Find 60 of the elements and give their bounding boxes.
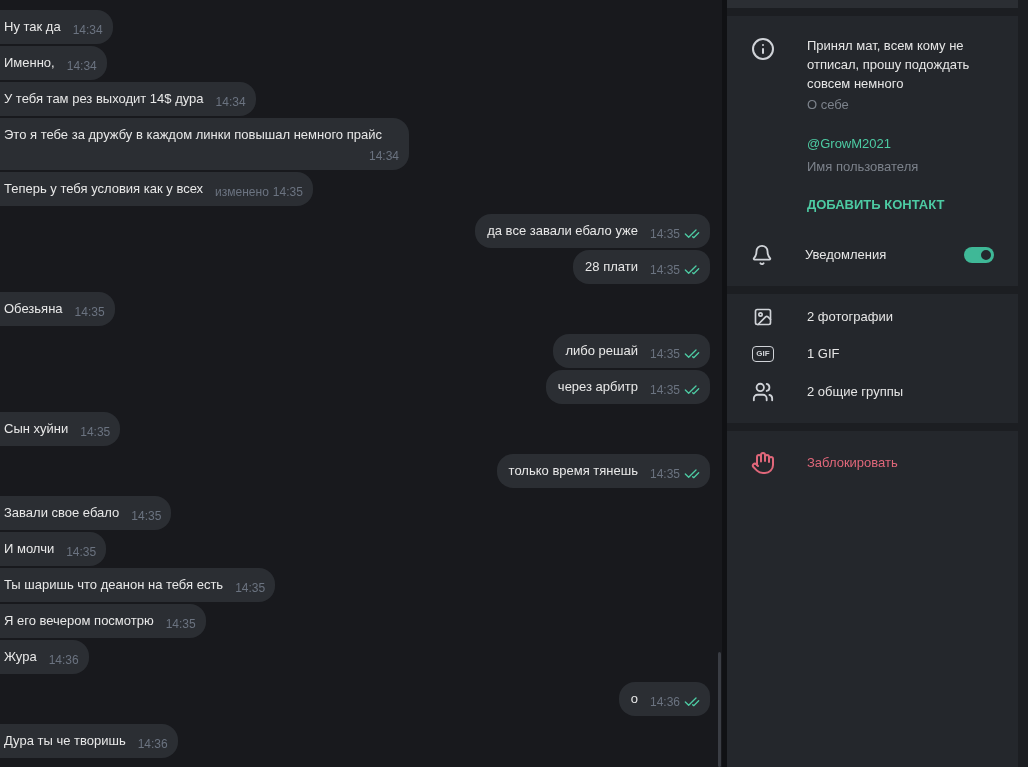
add-contact-button[interactable]: ДОБАВИТЬ КОНТАКТ [807, 194, 994, 214]
message-time: 14:34 [368, 148, 399, 165]
message-time: 14:35 [649, 466, 680, 483]
picture-icon [753, 307, 773, 327]
message-time: 14:36 [48, 652, 79, 669]
message-text: 28 плати [585, 258, 638, 276]
shared-media-row[interactable]: 2 фотографии [727, 307, 1018, 327]
shared-media-label: 1 GIF [807, 345, 840, 363]
message-time: 14:35 [80, 424, 111, 441]
message-text: либо решай [565, 342, 638, 360]
hand-icon [751, 450, 775, 475]
message-time: 14:34 [72, 22, 103, 39]
message-time: 14:35 [74, 304, 105, 321]
message-time: 14:35 [165, 616, 196, 633]
notifications-toggle[interactable] [964, 247, 994, 263]
message-time: 14:35 [649, 382, 680, 399]
message-text: У тебя там рез выходит 14$ дура [4, 90, 204, 108]
shared-media-label: 2 общие группы [807, 382, 904, 401]
message-time: 14:35 [649, 262, 680, 279]
bio-text: Принял мат, всем кому не отписал, прошу подождать совсем немного [807, 37, 971, 93]
message-text: только время тянешь [508, 462, 638, 480]
message-text: И молчи [4, 540, 55, 558]
message-text: Ты шаришь что деанон на тебя есть [4, 576, 224, 594]
message-time: 14:35 [649, 346, 680, 363]
message-text: Теперь у тебя условия как у всех [4, 180, 204, 198]
message-text: Я его вечером посмотрю [4, 612, 154, 630]
notifications-label: Уведомления [805, 246, 888, 265]
message-time: 14:34 [66, 58, 97, 75]
shared-media-row[interactable]: 2 общие группы [727, 380, 1018, 403]
shared-media-label: 2 фотографии [807, 308, 893, 327]
message-text: Это я тебе за дружбу в каждом линки повышал немного прайс [4, 126, 382, 144]
block-button[interactable]: Заблокировать [727, 450, 1018, 475]
message-text: да все завали ебало уже [487, 222, 638, 240]
scrollbar-thumb[interactable] [718, 652, 721, 767]
bell-icon [751, 244, 773, 266]
message-time: 14:35 [131, 508, 162, 525]
username-label: Имя пользователя [807, 158, 920, 176]
gif-icon: GIF [752, 345, 774, 362]
message-time: 14:35 [272, 184, 303, 201]
message-text: Обезьяна [4, 300, 63, 318]
message-text: Дура ты че творишь [4, 732, 126, 750]
bio-label: О себе [807, 96, 850, 114]
message-text: Именно, [4, 54, 55, 72]
message-text: Сын хуйни [4, 420, 69, 438]
message-text: о [630, 690, 638, 708]
message-time: 14:34 [215, 94, 246, 111]
message-text: Ну так да [4, 18, 61, 36]
message-text: через арбитр [557, 378, 638, 396]
edited-label: изменено [215, 184, 269, 201]
message-text: Жура [4, 648, 37, 666]
people-icon [752, 380, 774, 403]
message-time: 14:36 [649, 694, 680, 711]
message-text: Завали свое ебало [4, 504, 120, 522]
username-link[interactable]: @GrowM2021 [807, 133, 994, 153]
shared-media-row[interactable]: GIF 1 GIF [727, 344, 1018, 364]
message-time: 14:35 [235, 580, 266, 597]
info-icon [751, 37, 775, 61]
message-time: 14:35 [649, 226, 680, 243]
message-time: 14:36 [137, 736, 168, 753]
message-time: 14:35 [66, 544, 97, 561]
